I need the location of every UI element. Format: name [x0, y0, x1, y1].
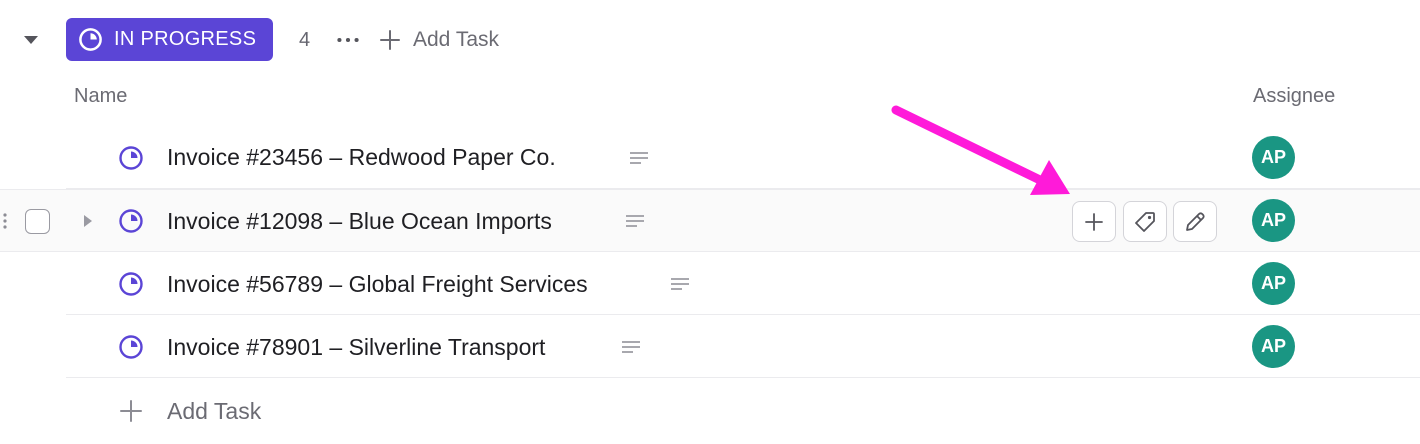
task-title[interactable]: Invoice #23456 – Redwood Paper Co.: [167, 144, 556, 171]
header-add-task-button[interactable]: Add Task: [378, 26, 499, 54]
add-subtask-icon: [1085, 212, 1103, 231]
row-divider: [66, 377, 1420, 378]
in-progress-status-icon[interactable]: [118, 145, 144, 171]
assignee-avatar[interactable]: AP: [1252, 325, 1295, 368]
tag-icon: [1135, 211, 1155, 232]
description-icon: [621, 340, 641, 354]
assignee-avatar[interactable]: AP: [1252, 262, 1295, 305]
task-row[interactable]: Invoice #23456 – Redwood Paper Co. AP: [0, 126, 1420, 189]
plus-icon: [378, 28, 402, 52]
task-row[interactable]: Invoice #78901 – Silverline Transport AP: [0, 315, 1420, 378]
task-title[interactable]: Invoice #56789 – Global Freight Services: [167, 271, 588, 298]
edit-pencil-icon: [1186, 211, 1205, 231]
add-tag-button[interactable]: [1123, 201, 1167, 242]
header-add-task-label: Add Task: [413, 28, 499, 51]
rename-task-button[interactable]: [1173, 201, 1217, 242]
column-header-assignee[interactable]: Assignee: [1253, 85, 1335, 108]
task-row[interactable]: Invoice #56789 – Global Freight Services…: [0, 252, 1420, 315]
in-progress-icon: [78, 27, 103, 52]
ellipsis-icon: [337, 37, 359, 43]
footer-add-task-label: Add Task: [167, 397, 262, 424]
status-pill-in-progress[interactable]: IN PROGRESS: [66, 18, 273, 61]
collapse-caret-icon[interactable]: [22, 34, 40, 46]
in-progress-status-icon[interactable]: [118, 271, 144, 297]
in-progress-status-icon[interactable]: [118, 208, 144, 234]
assignee-avatar[interactable]: AP: [1252, 136, 1295, 179]
column-header-name[interactable]: Name: [74, 85, 127, 108]
task-count: 4: [299, 29, 311, 51]
description-icon: [625, 214, 645, 228]
task-row-hovered[interactable]: Invoice #12098 – Blue Ocean Imports AP: [0, 189, 1420, 252]
task-checkbox[interactable]: [25, 209, 50, 234]
add-subtask-button[interactable]: [1072, 201, 1116, 242]
group-header: IN PROGRESS 4 Add Task: [0, 0, 1420, 80]
drag-handle-icon[interactable]: [0, 211, 10, 231]
assignee-avatar[interactable]: AP: [1252, 199, 1295, 242]
task-title[interactable]: Invoice #12098 – Blue Ocean Imports: [167, 208, 552, 235]
status-label: IN PROGRESS: [114, 28, 257, 50]
task-title[interactable]: Invoice #78901 – Silverline Transport: [167, 334, 545, 361]
more-options-button[interactable]: [334, 28, 362, 52]
description-icon: [670, 277, 690, 291]
expand-subtasks-icon[interactable]: [82, 213, 94, 229]
footer-add-task-button[interactable]: Add Task: [118, 395, 261, 427]
plus-icon: [118, 398, 144, 424]
in-progress-status-icon[interactable]: [118, 334, 144, 360]
description-icon: [629, 151, 649, 165]
row-divider: [0, 189, 1420, 190]
